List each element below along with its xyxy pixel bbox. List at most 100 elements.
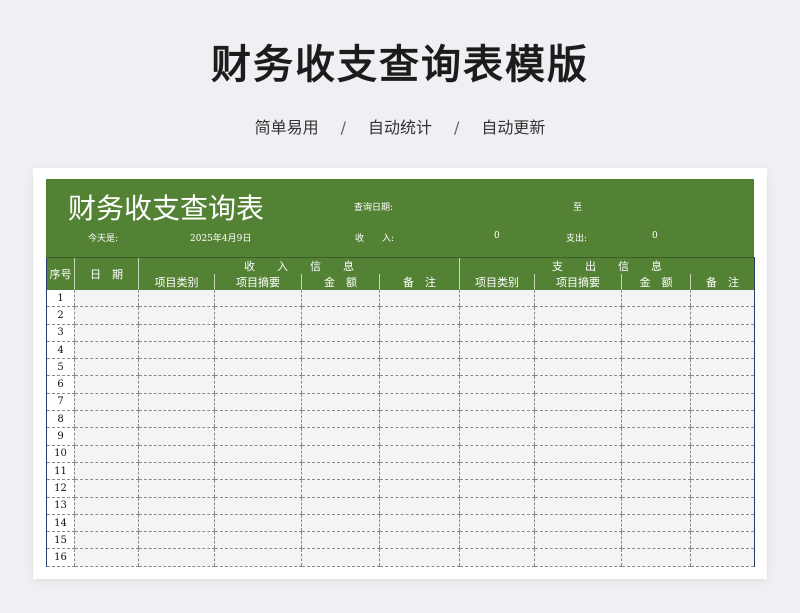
- table-cell[interactable]: [301, 393, 380, 412]
- table-cell[interactable]: [214, 410, 302, 429]
- table-cell[interactable]: [690, 358, 755, 377]
- table-cell[interactable]: [74, 531, 139, 550]
- table-cell[interactable]: [534, 427, 622, 446]
- table-cell[interactable]: [534, 358, 622, 377]
- table-cell[interactable]: [379, 306, 460, 325]
- table-cell[interactable]: [138, 324, 215, 342]
- table-cell[interactable]: [138, 341, 215, 360]
- table-cell[interactable]: [534, 497, 622, 515]
- table-cell[interactable]: [214, 393, 302, 412]
- table-cell[interactable]: [214, 290, 302, 308]
- table-cell[interactable]: [621, 548, 691, 567]
- table-cell[interactable]: [690, 462, 755, 481]
- table-cell[interactable]: [214, 358, 302, 377]
- table-cell[interactable]: [534, 290, 622, 308]
- table-cell[interactable]: [214, 445, 302, 463]
- table-cell[interactable]: [690, 341, 755, 360]
- table-cell[interactable]: [138, 306, 215, 325]
- table-cell[interactable]: [301, 548, 380, 567]
- table-cell[interactable]: [379, 358, 460, 377]
- table-cell[interactable]: [459, 393, 535, 412]
- table-cell[interactable]: [74, 497, 139, 515]
- table-cell[interactable]: [214, 324, 302, 342]
- table-cell[interactable]: [534, 479, 622, 498]
- table-cell[interactable]: [74, 462, 139, 481]
- table-cell[interactable]: [690, 548, 755, 567]
- table-cell[interactable]: [379, 445, 460, 463]
- table-cell[interactable]: [690, 514, 755, 533]
- table-cell[interactable]: [534, 375, 622, 394]
- table-cell[interactable]: [459, 497, 535, 515]
- table-cell[interactable]: [74, 445, 139, 463]
- table-cell[interactable]: [301, 479, 380, 498]
- table-cell[interactable]: [379, 514, 460, 533]
- table-cell[interactable]: [690, 497, 755, 515]
- table-cell[interactable]: [301, 375, 380, 394]
- table-cell[interactable]: [301, 514, 380, 533]
- table-cell[interactable]: [74, 324, 139, 342]
- table-cell[interactable]: [534, 531, 622, 550]
- table-cell[interactable]: [214, 531, 302, 550]
- table-cell[interactable]: [534, 393, 622, 412]
- table-cell[interactable]: [138, 479, 215, 498]
- table-cell[interactable]: [459, 375, 535, 394]
- table-cell[interactable]: [138, 427, 215, 446]
- table-cell[interactable]: [621, 306, 691, 325]
- table-cell[interactable]: [379, 497, 460, 515]
- table-cell[interactable]: [138, 531, 215, 550]
- table-cell[interactable]: [74, 375, 139, 394]
- table-cell[interactable]: [138, 548, 215, 567]
- table-cell[interactable]: [459, 548, 535, 567]
- table-cell[interactable]: [621, 427, 691, 446]
- table-cell[interactable]: [690, 375, 755, 394]
- table-cell[interactable]: [138, 410, 215, 429]
- table-cell[interactable]: [621, 531, 691, 550]
- table-cell[interactable]: [74, 410, 139, 429]
- table-cell[interactable]: [621, 462, 691, 481]
- table-cell[interactable]: [459, 445, 535, 463]
- table-cell[interactable]: [459, 306, 535, 325]
- table-cell[interactable]: [621, 341, 691, 360]
- table-cell[interactable]: [690, 479, 755, 498]
- table-cell[interactable]: [379, 290, 460, 308]
- table-cell[interactable]: [301, 290, 380, 308]
- table-cell[interactable]: [690, 324, 755, 342]
- table-cell[interactable]: [459, 341, 535, 360]
- table-cell[interactable]: [534, 410, 622, 429]
- table-cell[interactable]: [138, 497, 215, 515]
- table-cell[interactable]: [379, 324, 460, 342]
- table-cell[interactable]: [534, 445, 622, 463]
- table-cell[interactable]: [621, 445, 691, 463]
- table-cell[interactable]: [74, 358, 139, 377]
- table-cell[interactable]: [379, 375, 460, 394]
- table-cell[interactable]: [621, 514, 691, 533]
- table-cell[interactable]: [214, 341, 302, 360]
- table-cell[interactable]: [621, 479, 691, 498]
- table-cell[interactable]: [74, 341, 139, 360]
- table-cell[interactable]: [214, 497, 302, 515]
- table-cell[interactable]: [138, 358, 215, 377]
- table-cell[interactable]: [379, 410, 460, 429]
- table-cell[interactable]: [459, 531, 535, 550]
- table-cell[interactable]: [138, 393, 215, 412]
- table-cell[interactable]: [74, 306, 139, 325]
- table-cell[interactable]: [301, 341, 380, 360]
- table-cell[interactable]: [301, 358, 380, 377]
- table-cell[interactable]: [74, 427, 139, 446]
- table-cell[interactable]: [301, 445, 380, 463]
- table-cell[interactable]: [301, 324, 380, 342]
- table-cell[interactable]: [301, 410, 380, 429]
- table-cell[interactable]: [459, 410, 535, 429]
- table-cell[interactable]: [301, 427, 380, 446]
- table-cell[interactable]: [214, 306, 302, 325]
- table-cell[interactable]: [459, 514, 535, 533]
- table-cell[interactable]: [621, 375, 691, 394]
- table-cell[interactable]: [534, 514, 622, 533]
- table-cell[interactable]: [690, 306, 755, 325]
- table-cell[interactable]: [379, 393, 460, 412]
- table-cell[interactable]: [534, 548, 622, 567]
- table-cell[interactable]: [379, 548, 460, 567]
- table-cell[interactable]: [214, 462, 302, 481]
- table-cell[interactable]: [459, 479, 535, 498]
- table-cell[interactable]: [459, 462, 535, 481]
